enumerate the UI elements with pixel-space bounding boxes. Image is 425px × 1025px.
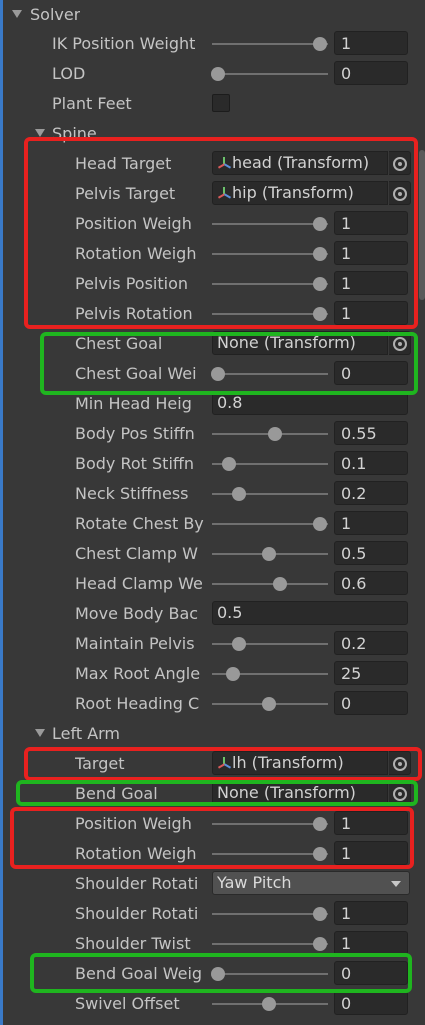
foldout-arrow-icon[interactable] <box>35 729 45 737</box>
plant-feet-row: Plant Feet <box>0 89 425 119</box>
root-heading-offset-label: Root Heading C <box>75 694 200 713</box>
rotate-chest-by-row: Rotate Chest By 1 <box>0 509 425 539</box>
ik-position-weight-slider-handle[interactable] <box>313 37 327 51</box>
shoulder-rotation-weight-label: Shoulder Rotati <box>75 904 199 923</box>
body-pos-stiffness-field[interactable]: 0.55 <box>334 421 408 445</box>
chest-clamp-weight-slider-handle[interactable] <box>262 547 276 561</box>
ik-position-weight-row: IK Position Weight 1 <box>0 29 425 59</box>
ik-position-weight-slider-track[interactable] <box>212 43 328 45</box>
shoulder-rotation-weight-field[interactable]: 1 <box>334 901 408 925</box>
lod-slider-handle[interactable] <box>211 67 225 81</box>
rotate-chest-by-label: Rotate Chest By <box>75 514 204 533</box>
shoulder-rotation-mode-label: Shoulder Rotati <box>75 874 199 893</box>
solver-header-label: Solver <box>30 5 81 24</box>
maintain-pelvis-label: Maintain Pelvis <box>75 634 195 653</box>
body-pos-stiffness-slider-handle[interactable] <box>268 427 282 441</box>
max-root-angle-field[interactable]: 25 <box>334 661 408 685</box>
shoulder-rotation-weight-slider-track[interactable] <box>212 913 328 915</box>
body-rot-stiffness-label: Body Rot Stiffn <box>75 454 195 473</box>
lod-label: LOD <box>52 64 86 83</box>
foldout-arrow-icon[interactable] <box>35 129 45 137</box>
left-arm-foldout[interactable]: Left Arm <box>0 719 425 749</box>
body-rot-stiffness-field[interactable]: 0.1 <box>334 451 408 475</box>
rotate-chest-by-slider-handle[interactable] <box>313 517 327 531</box>
neck-stiffness-row: Neck Stiffness 0.2 <box>0 479 425 509</box>
chest-clamp-weight-row: Chest Clamp W 0.5 <box>0 539 425 569</box>
shoulder-twist-weight-slider-track[interactable] <box>212 943 328 945</box>
move-body-back-field[interactable]: 0.5 <box>212 601 408 625</box>
shoulder-rotation-mode-value: Yaw Pitch <box>217 873 292 892</box>
head-clamp-weight-row: Head Clamp We 0.6 <box>0 569 425 599</box>
rotate-chest-by-slider-track[interactable] <box>212 523 328 525</box>
neck-stiffness-slider-handle[interactable] <box>232 487 246 501</box>
shoulder-twist-weight-field[interactable]: 1 <box>334 931 408 955</box>
lod-slider-track[interactable] <box>212 73 328 75</box>
chest-clamp-weight-label: Chest Clamp W <box>75 544 198 563</box>
body-pos-stiffness-label: Body Pos Stiffn <box>75 424 195 443</box>
highlight-box-green <box>40 332 418 395</box>
max-root-angle-slider-handle[interactable] <box>226 667 240 681</box>
lod-field[interactable]: 0 <box>334 61 408 85</box>
head-clamp-weight-label: Head Clamp We <box>75 574 203 593</box>
swivel-offset-field[interactable]: 0 <box>334 991 408 1015</box>
lod-row: LOD 0 <box>0 59 425 89</box>
root-heading-offset-field[interactable]: 0 <box>334 691 408 715</box>
plant-feet-checkbox[interactable] <box>212 94 230 112</box>
shoulder-twist-weight-slider-handle[interactable] <box>313 937 327 951</box>
swivel-offset-slider-handle[interactable] <box>262 997 276 1011</box>
head-clamp-weight-slider-track[interactable] <box>212 583 328 585</box>
highlight-box-red <box>24 747 422 781</box>
chevron-down-icon <box>391 881 401 887</box>
neck-stiffness-field[interactable]: 0.2 <box>334 481 408 505</box>
scrollbar-thumb[interactable] <box>419 150 425 300</box>
left-arm-header-label: Left Arm <box>52 724 121 743</box>
move-body-back-label: Move Body Bac <box>75 604 199 623</box>
shoulder-rotation-mode-dropdown[interactable]: Yaw Pitch <box>212 871 410 895</box>
highlight-box-red <box>24 137 418 329</box>
head-clamp-weight-field[interactable]: 0.6 <box>334 571 408 595</box>
rotate-chest-by-field[interactable]: 1 <box>334 511 408 535</box>
max-root-angle-row: Max Root Angle 25 <box>0 659 425 689</box>
maintain-pelvis-slider-handle[interactable] <box>232 637 246 651</box>
shoulder-rotation-weight-row: Shoulder Rotati 1 <box>0 899 425 929</box>
solver-foldout[interactable]: Solver <box>0 0 425 30</box>
shoulder-rotation-weight-slider-handle[interactable] <box>313 907 327 921</box>
highlight-box-green <box>16 780 418 806</box>
chest-clamp-weight-field[interactable]: 0.5 <box>334 541 408 565</box>
shoulder-rotation-mode-row: Shoulder Rotati Yaw Pitch <box>0 869 425 899</box>
ik-position-weight-field[interactable]: 1 <box>334 31 408 55</box>
body-rot-stiffness-row: Body Rot Stiffn 0.1 <box>0 449 425 479</box>
body-rot-stiffness-slider-handle[interactable] <box>222 457 236 471</box>
swivel-offset-label: Swivel Offset <box>75 994 180 1013</box>
plant-feet-label: Plant Feet <box>52 94 132 113</box>
max-root-angle-label: Max Root Angle <box>75 664 201 683</box>
move-body-back-row: Move Body Bac 0.5 <box>0 599 425 629</box>
swivel-offset-row: Swivel Offset 0 <box>0 989 425 1019</box>
neck-stiffness-label: Neck Stiffness <box>75 484 189 503</box>
root-heading-offset-row: Root Heading C 0 <box>0 689 425 719</box>
ik-position-weight-label: IK Position Weight <box>52 34 196 53</box>
maintain-pelvis-field[interactable]: 0.2 <box>334 631 408 655</box>
maintain-pelvis-row: Maintain Pelvis 0.2 <box>0 629 425 659</box>
maintain-pelvis-slider-track[interactable] <box>212 643 328 645</box>
head-clamp-weight-slider-handle[interactable] <box>273 577 287 591</box>
body-pos-stiffness-row: Body Pos Stiffn 0.55 <box>0 419 425 449</box>
foldout-arrow-icon[interactable] <box>12 10 22 18</box>
root-heading-offset-slider-handle[interactable] <box>262 697 276 711</box>
neck-stiffness-slider-track[interactable] <box>212 493 328 495</box>
highlight-box-red <box>10 807 414 869</box>
highlight-box-green <box>30 953 412 993</box>
